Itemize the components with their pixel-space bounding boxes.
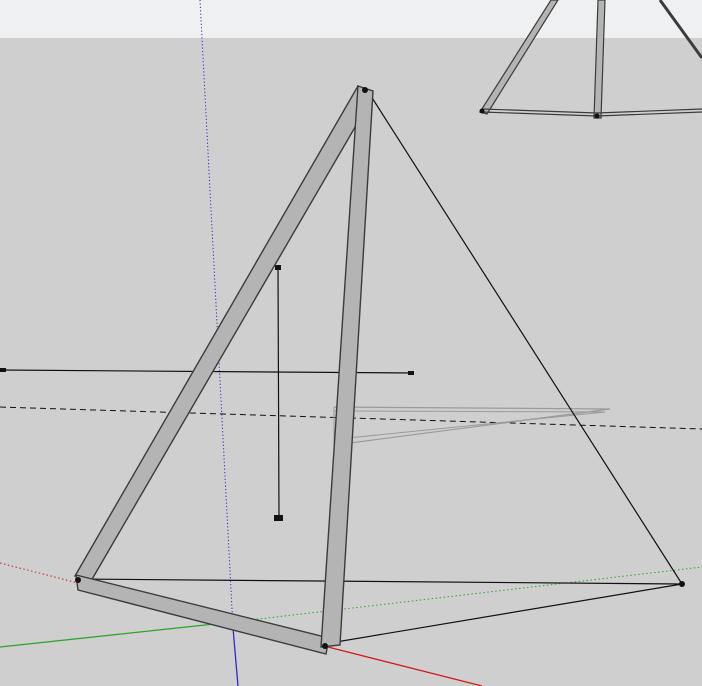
horizontal-guide-endpoint-left xyxy=(0,368,6,372)
vertex-left[interactable] xyxy=(75,577,81,583)
vertex-front[interactable] xyxy=(322,643,328,649)
horizontal-guide-endpoint-right xyxy=(408,371,414,375)
bg-vertex-left[interactable] xyxy=(479,108,485,114)
3d-scene-canvas[interactable] xyxy=(0,0,702,686)
bg-vertex-mid[interactable] xyxy=(594,113,600,119)
modeling-viewport[interactable] xyxy=(0,0,702,686)
vertical-guide-endpoint-bottom xyxy=(274,515,283,521)
vertex-right[interactable] xyxy=(679,581,685,587)
vertical-guide-endpoint-top xyxy=(275,265,281,270)
vertex-apex[interactable] xyxy=(362,87,368,93)
